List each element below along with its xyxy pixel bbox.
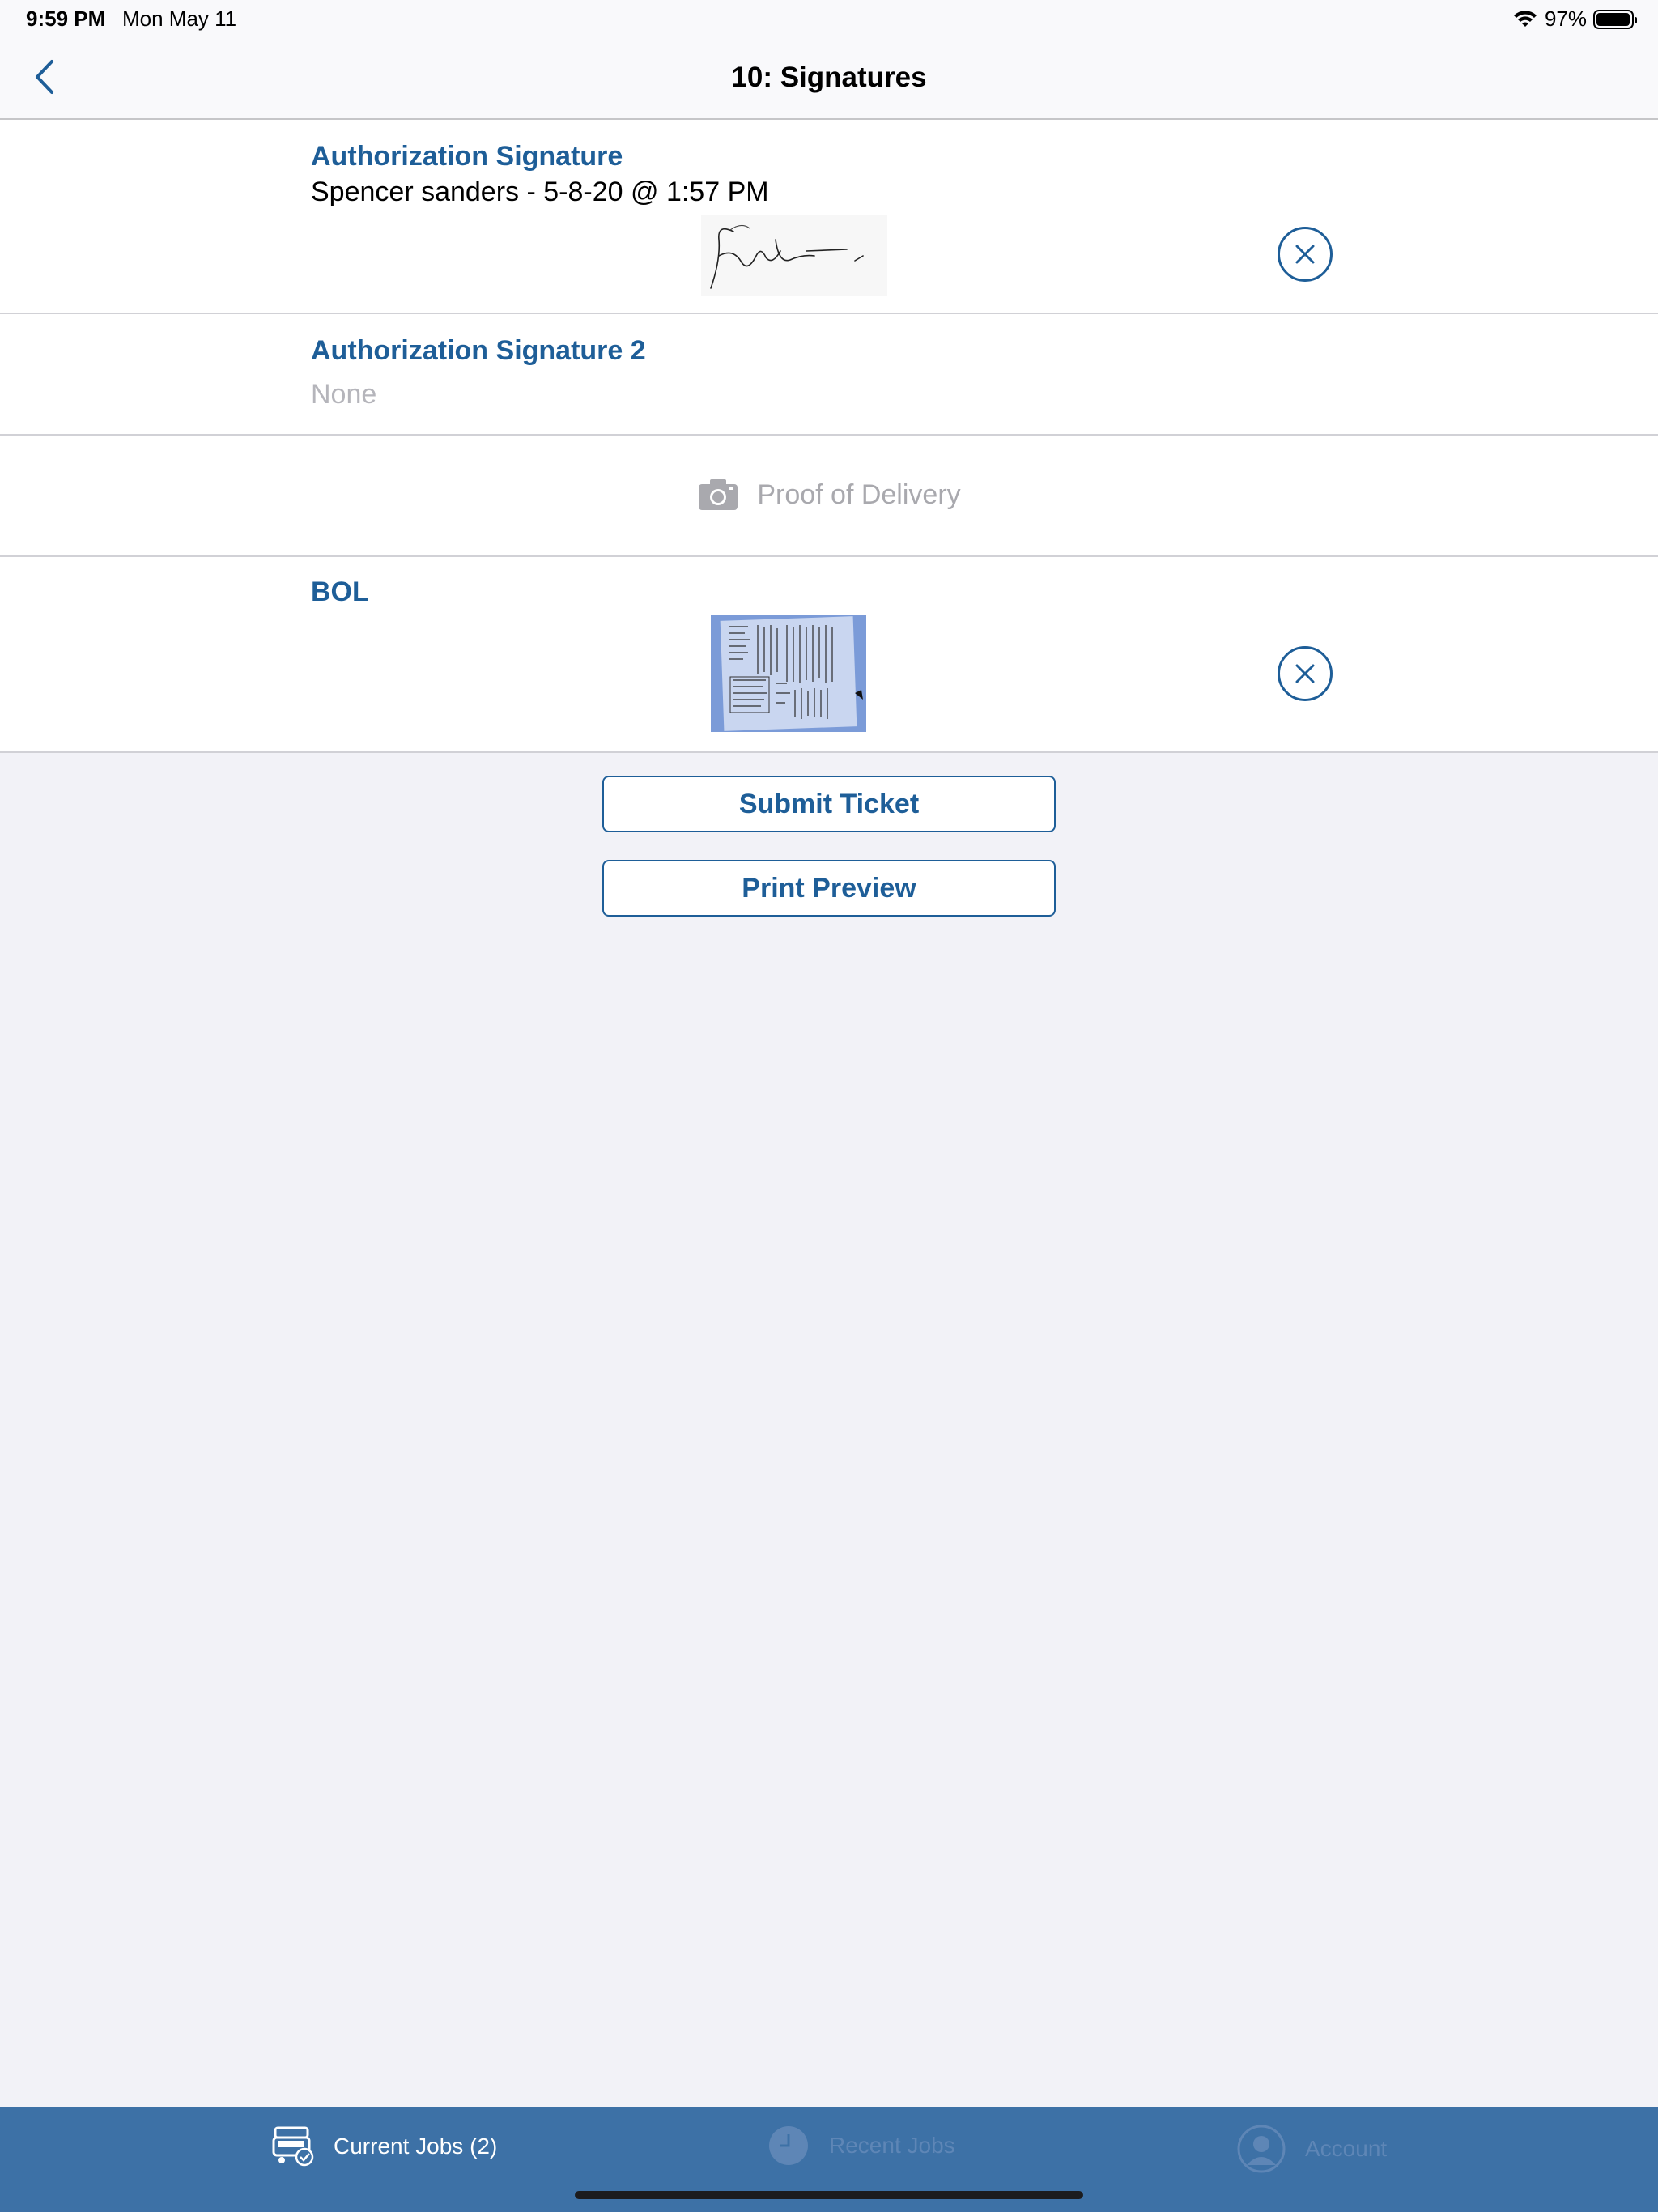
bol-label: BOL (311, 576, 369, 607)
proof-of-delivery-section[interactable]: Proof of Delivery (0, 436, 1658, 557)
authorization-signature-2-label: Authorization Signature 2 (311, 335, 646, 366)
close-icon (1295, 245, 1315, 264)
signature-image[interactable] (701, 215, 887, 296)
remove-bol-button[interactable] (1278, 646, 1333, 701)
authorization-signature-2-section[interactable]: Authorization Signature 2 None (0, 314, 1658, 436)
status-date: Mon May 11 (122, 6, 237, 31)
status-bar: 9:59 PM Mon May 11 97% (0, 0, 1658, 39)
truck-icon (272, 2126, 314, 2167)
clock-icon (769, 2126, 808, 2165)
proof-of-delivery-button[interactable]: Proof of Delivery (0, 478, 1658, 512)
bol-section: BOL (0, 557, 1658, 753)
signer-info: Spencer sanders - 5-8-20 @ 1:57 PM (311, 177, 769, 207)
battery-percent: 97% (1544, 6, 1587, 31)
tab-current-jobs[interactable]: Current Jobs (2) (272, 2125, 497, 2168)
user-icon (1237, 2125, 1286, 2173)
close-icon (1295, 664, 1315, 683)
proof-of-delivery-label: Proof of Delivery (757, 479, 961, 510)
signature-drawing (710, 224, 864, 289)
submit-ticket-button[interactable]: Submit Ticket (602, 776, 1056, 832)
authorization-signature-section: Authorization Signature Spencer sanders … (0, 120, 1658, 314)
status-time: 9:59 PM (26, 6, 106, 31)
home-indicator (575, 2191, 1083, 2199)
camera-icon (699, 479, 738, 510)
page-title: 10: Signatures (731, 62, 927, 93)
print-preview-button[interactable]: Print Preview (602, 860, 1056, 917)
battery-fill (1596, 12, 1630, 26)
status-indicators: 97% (1512, 6, 1637, 32)
signature-2-value: None (311, 379, 377, 410)
wifi-icon (1513, 10, 1537, 27)
tab-current-jobs-label: Current Jobs (2) (334, 2133, 498, 2159)
bol-document-thumbnail (711, 615, 866, 732)
remove-signature-button[interactable] (1278, 227, 1333, 282)
tab-account-label: Account (1305, 2136, 1388, 2161)
authorization-signature-label: Authorization Signature (311, 141, 623, 172)
tab-account[interactable]: Account (1237, 2125, 1387, 2173)
tab-recent-jobs[interactable]: Recent Jobs (767, 2125, 955, 2167)
bol-image[interactable] (711, 615, 866, 732)
tab-recent-jobs-label: Recent Jobs (829, 2133, 955, 2158)
battery-icon (1593, 9, 1637, 29)
navigation-bar: 10: Signatures (0, 39, 1658, 120)
